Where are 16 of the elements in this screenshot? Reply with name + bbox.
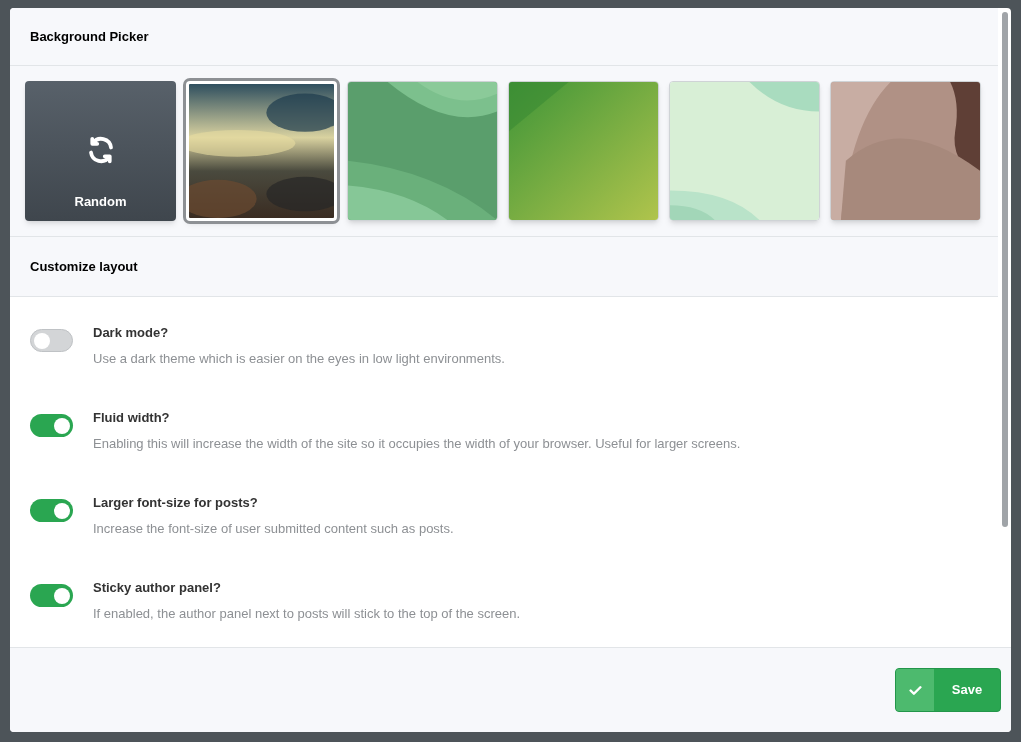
setting-description: Use a dark theme which is easier on the eyes in low light environments. xyxy=(93,349,505,368)
toggle-switch[interactable] xyxy=(30,584,73,607)
toggle-switch[interactable] xyxy=(30,329,73,352)
setting-label: Fluid width? xyxy=(93,409,171,427)
setting-description: Increase the font-size of user submitted content such as posts. xyxy=(93,519,454,538)
setting-description: Enabling this will increase the width of the site so it occupies the width of your browser. Useful for larger screens. xyxy=(93,434,741,453)
setting-label: Larger font-size for posts? xyxy=(93,494,259,512)
checkmark-icon xyxy=(908,683,922,697)
section-title: Background Picker xyxy=(30,27,149,46)
toggle-switch[interactable] xyxy=(30,499,73,522)
toggle-switch[interactable] xyxy=(30,414,73,437)
section-title: Customize layout xyxy=(30,257,138,276)
setting-label: Dark mode? xyxy=(93,324,170,342)
random-background-option[interactable]: Random xyxy=(25,81,176,221)
setting-label: Sticky author panel? xyxy=(93,579,222,597)
setting-description: If enabled, the author panel next to posts will stick to the top of the screen. xyxy=(93,604,521,623)
